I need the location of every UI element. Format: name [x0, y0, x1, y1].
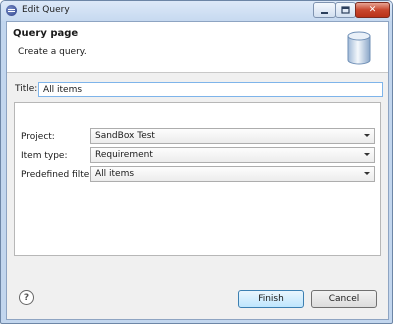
chevron-down-icon [364, 172, 370, 175]
project-select[interactable]: SandBox Test [90, 128, 375, 144]
predefined-filter-label: Predefined filter: [21, 170, 96, 180]
page-description: Create a query. [18, 47, 87, 57]
query-options-group: Project: SandBox Test Item type: Require… [14, 102, 381, 256]
item-type-label: Item type: [21, 151, 68, 161]
close-icon: ✕ [368, 5, 377, 15]
title-input[interactable] [38, 82, 383, 97]
page-title: Query page [13, 28, 79, 39]
project-label: Project: [21, 132, 55, 142]
project-value: SandBox Test [95, 131, 155, 141]
predefined-filter-value: All items [95, 169, 135, 179]
help-button[interactable]: ? [19, 290, 34, 305]
item-type-value: Requirement [95, 150, 153, 160]
finish-button[interactable]: Finish [238, 290, 304, 308]
predefined-filter-select[interactable]: All items [90, 166, 375, 182]
database-icon [347, 31, 371, 65]
window-title: Edit Query [22, 5, 70, 15]
minimize-button[interactable] [313, 2, 336, 18]
close-button[interactable]: ✕ [355, 2, 390, 18]
minimize-icon [321, 11, 328, 14]
title-bar[interactable]: Edit Query ✕ [1, 1, 392, 21]
edit-query-dialog: Edit Query ✕ Query page Create a query. [0, 0, 393, 324]
cancel-button[interactable]: Cancel [311, 290, 377, 308]
title-label: Title: [15, 84, 38, 94]
chevron-down-icon [364, 134, 370, 137]
maximize-button[interactable] [335, 2, 356, 18]
help-icon: ? [23, 292, 30, 303]
dialog-body: Query page Create a query. Title: Projec… [6, 21, 389, 320]
chevron-down-icon [364, 153, 370, 156]
item-type-select[interactable]: Requirement [90, 147, 375, 163]
maximize-icon [341, 6, 350, 14]
eclipse-app-icon [6, 5, 17, 16]
wizard-header: Query page Create a query. [7, 22, 388, 73]
